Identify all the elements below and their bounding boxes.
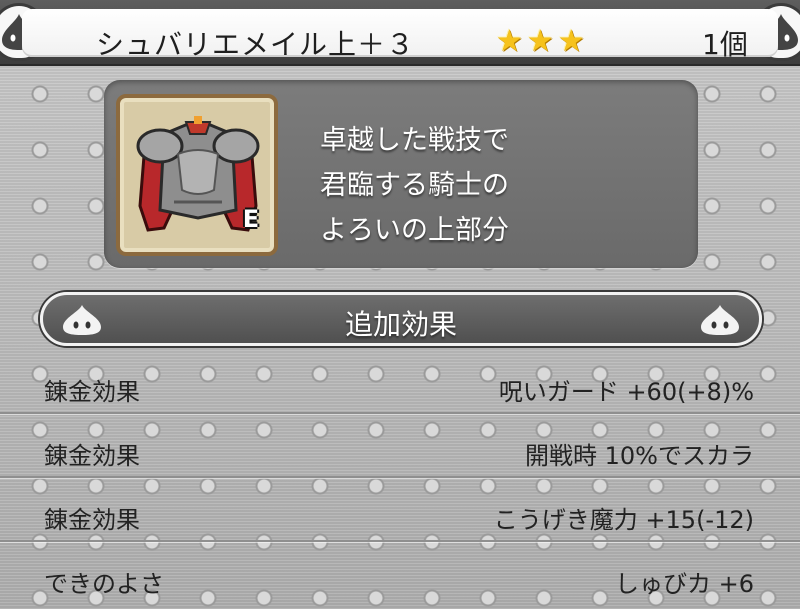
star-icon: ★ (526, 24, 554, 59)
rarity-stars: ★ ★ ★ (496, 27, 585, 57)
item-title-plate: シュバリエメイル上＋３ ★ ★ ★ 1個 (22, 9, 778, 61)
star-icon: ★ (557, 24, 585, 59)
equipped-badge: E (242, 205, 260, 233)
effect-value: こうげき魔力 +15(-12) (493, 506, 754, 534)
quality-label: できのよさ (44, 570, 164, 598)
description-line: 君臨する騎士の (320, 170, 509, 201)
description-line: よろいの上部分 (320, 215, 509, 246)
effect-label: 錬金効果 (44, 442, 140, 470)
section-title: 追加効果 (344, 308, 457, 341)
effect-label: 錬金効果 (44, 378, 140, 406)
item-description: 卓越した戦技で 君臨する騎士の よろいの上部分 (320, 118, 680, 253)
effect-value: 呪いガード +60(+8)% (498, 378, 754, 406)
quality-value: しゅびカ +6 (614, 570, 754, 598)
quality-row: できのよさ しゅびカ +6 (0, 550, 800, 606)
effect-value: 開戦時 10%でスカラ (525, 442, 754, 470)
item-header: シュバリエメイル上＋３ ★ ★ ★ 1個 (0, 0, 800, 66)
item-quantity: 1個 (702, 28, 748, 61)
effect-row: 錬金効果 開戦時 10%でスカラ (0, 422, 800, 478)
description-line: 卓越した戦技で (320, 125, 509, 156)
effect-row: 錬金効果 呪いガード +60(+8)% (0, 358, 800, 414)
star-icon: ★ (496, 24, 523, 59)
effect-label: 錬金効果 (44, 506, 140, 534)
effect-row: 錬金効果 こうげき魔力 +15(-12) (0, 486, 800, 542)
item-name: シュバリエメイル上＋３ (96, 28, 416, 61)
slime-icon (701, 305, 739, 335)
bonus-effects-header: 追加効果 (40, 292, 762, 346)
